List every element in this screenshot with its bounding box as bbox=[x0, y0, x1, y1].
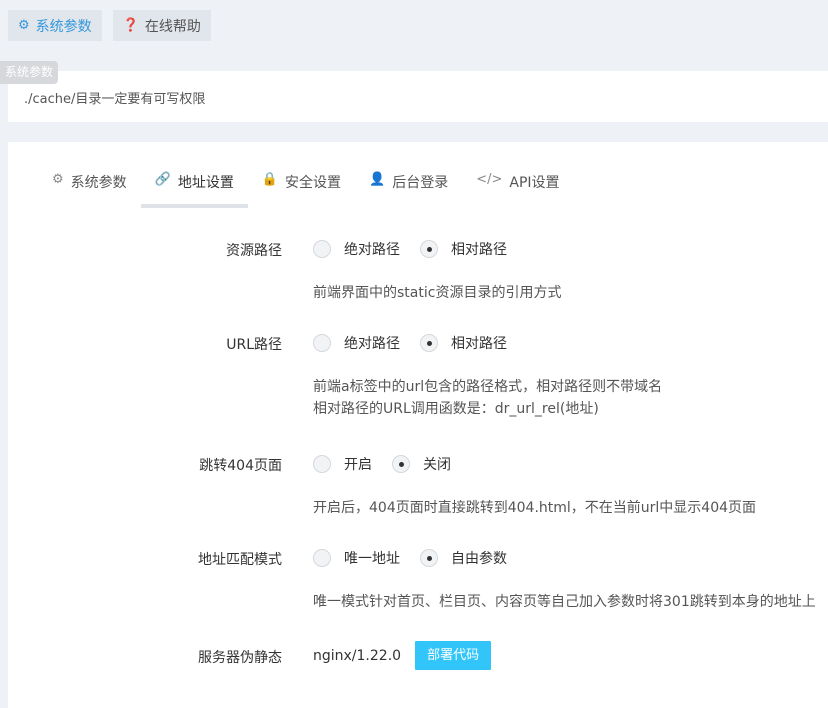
match-mode-free-option[interactable]: 自由参数 bbox=[420, 548, 507, 568]
tooltip: 系统参数 bbox=[0, 61, 59, 84]
online-help-button[interactable]: ❓ 在线帮助 bbox=[112, 10, 211, 41]
url-path-label: URL路径 bbox=[226, 337, 282, 353]
radio-free[interactable] bbox=[420, 549, 438, 567]
settings-panel: ⚙ 系统参数 🔗 地址设置 🔒 安全设置 👤 后台登录 </> API设置 资源… bbox=[8, 142, 828, 708]
radio-absolute[interactable] bbox=[313, 240, 331, 258]
resource-path-help: 前端界面中的static资源目录的引用方式 bbox=[313, 285, 562, 301]
redirect-404-options: 开启 关闭 bbox=[313, 454, 471, 474]
url-path-help-line-2: 相对路径的URL调用函数是：dr_url_rel(地址) bbox=[313, 401, 599, 417]
tab-admin-login[interactable]: 👤 后台登录 bbox=[355, 172, 462, 208]
match-mode-unique-option[interactable]: 唯一地址 bbox=[313, 548, 400, 568]
resource-path-label: 资源路径 bbox=[226, 243, 282, 259]
lock-icon: 🔒 bbox=[261, 172, 279, 187]
resource-path-options: 绝对路径 相对路径 bbox=[313, 239, 527, 259]
gear-icon: ⚙ bbox=[52, 172, 64, 187]
match-mode-help: 唯一模式针对首页、栏目页、内容页等自己加入参数时将301跳转到本身的地址上 bbox=[313, 594, 816, 610]
url-path-options: 绝对路径 相对路径 bbox=[313, 333, 527, 353]
radio-on[interactable] bbox=[313, 455, 331, 473]
url-path-absolute-option[interactable]: 绝对路径 bbox=[313, 333, 400, 353]
tab-security-settings[interactable]: 🔒 安全设置 bbox=[248, 172, 355, 208]
option-label: 相对路径 bbox=[451, 336, 507, 352]
radio-off[interactable] bbox=[392, 455, 410, 473]
option-label: 自由参数 bbox=[451, 551, 507, 567]
radio-absolute[interactable] bbox=[313, 334, 331, 352]
option-label: 绝对路径 bbox=[344, 242, 400, 258]
tab-label: 后台登录 bbox=[392, 175, 449, 191]
link-icon: 🔗 bbox=[154, 172, 171, 187]
option-label: 绝对路径 bbox=[344, 336, 400, 352]
system-params-button[interactable]: ⚙ 系统参数 bbox=[8, 10, 102, 41]
notice-box: ./cache/目录一定要有可写权限 bbox=[8, 71, 828, 122]
option-label: 相对路径 bbox=[451, 242, 507, 258]
option-label: 唯一地址 bbox=[344, 551, 400, 567]
tab-label: 安全设置 bbox=[285, 175, 342, 191]
tab-label: API设置 bbox=[509, 175, 560, 191]
server-version: nginx/1.22.0 bbox=[313, 647, 402, 664]
url-path-help-line-1: 前端a标签中的url包含的路径格式，相对路径则不带域名 bbox=[313, 379, 663, 395]
gear-icon: ⚙ bbox=[18, 18, 30, 33]
tab-label: 系统参数 bbox=[70, 175, 127, 191]
resource-path-absolute-option[interactable]: 绝对路径 bbox=[313, 239, 400, 259]
user-icon: 👤 bbox=[369, 172, 386, 187]
question-circle-icon: ❓ bbox=[122, 18, 139, 33]
server-rewrite-label: 服务器伪静态 bbox=[198, 650, 282, 666]
radio-unique[interactable] bbox=[313, 549, 331, 567]
option-label: 关闭 bbox=[423, 457, 451, 473]
option-label: 开启 bbox=[344, 457, 372, 473]
tab-api-settings[interactable]: </> API设置 bbox=[462, 172, 573, 208]
online-help-button-label: 在线帮助 bbox=[144, 18, 201, 35]
redirect-404-help: 开启后，404页面时直接跳转到404.html，不在当前url中显示404页面 bbox=[313, 500, 757, 516]
code-icon: </> bbox=[476, 172, 503, 187]
tab-label: 地址设置 bbox=[177, 175, 234, 191]
settings-tabs: ⚙ 系统参数 🔗 地址设置 🔒 安全设置 👤 后台登录 </> API设置 bbox=[38, 172, 574, 208]
match-mode-label: 地址匹配模式 bbox=[198, 552, 282, 568]
radio-relative[interactable] bbox=[420, 240, 438, 258]
deploy-code-button[interactable]: 部署代码 bbox=[415, 641, 492, 670]
tab-address-settings[interactable]: 🔗 地址设置 bbox=[140, 172, 248, 208]
cache-notice: ./cache/目录一定要有可写权限 bbox=[24, 92, 206, 107]
system-params-button-label: 系统参数 bbox=[35, 18, 92, 35]
redirect-404-off-option[interactable]: 关闭 bbox=[392, 454, 451, 474]
url-path-help: 前端a标签中的url包含的路径格式，相对路径则不带域名 相对路径的URL调用函数… bbox=[313, 376, 662, 420]
tab-system-params[interactable]: ⚙ 系统参数 bbox=[38, 172, 141, 208]
match-mode-options: 唯一地址 自由参数 bbox=[313, 548, 527, 568]
redirect-404-on-option[interactable]: 开启 bbox=[313, 454, 372, 474]
server-rewrite-value-wrap: nginx/1.22.0 部署代码 bbox=[313, 641, 492, 670]
top-toolbar: ⚙ 系统参数 ❓ 在线帮助 bbox=[8, 10, 211, 41]
resource-path-relative-option[interactable]: 相对路径 bbox=[420, 239, 507, 259]
radio-relative[interactable] bbox=[420, 334, 438, 352]
redirect-404-label: 跳转404页面 bbox=[199, 458, 282, 474]
url-path-relative-option[interactable]: 相对路径 bbox=[420, 333, 507, 353]
